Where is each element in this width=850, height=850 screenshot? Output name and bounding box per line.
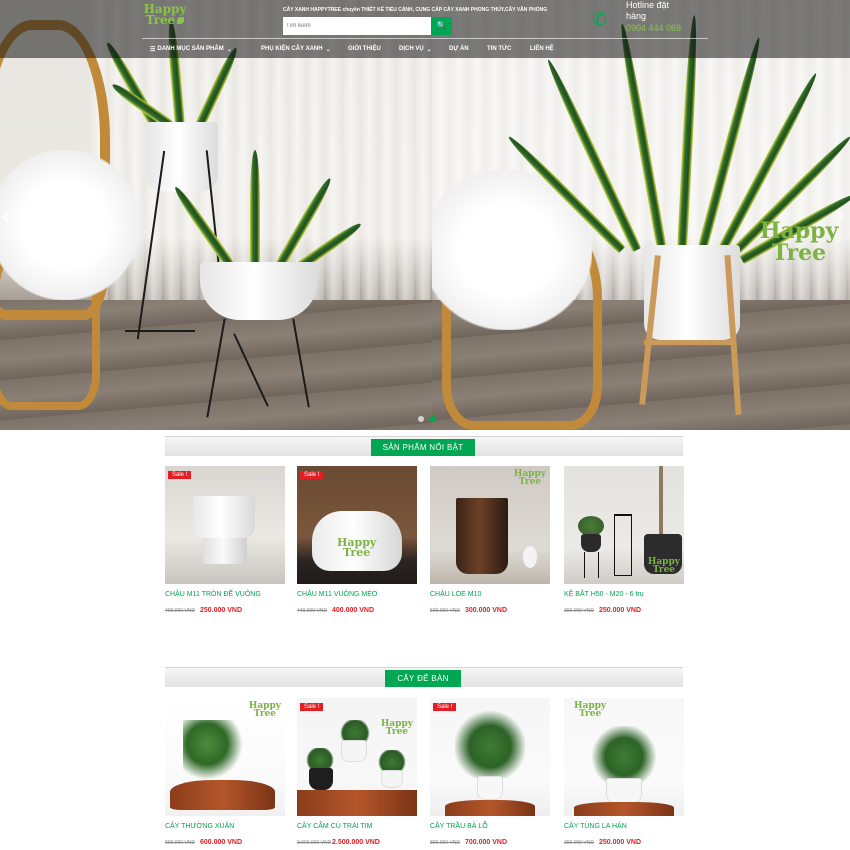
- watermark-logo: Happy Tree: [647, 557, 680, 575]
- chevron-down-icon: ⌄: [426, 46, 432, 53]
- nav-item-label: DỰ ÁN: [449, 46, 469, 52]
- product-price: 2.500.000 VND: [332, 839, 380, 846]
- product-name[interactable]: CHẬU LOE M10: [430, 591, 481, 598]
- product-name[interactable]: CÂY CẨM CÙ TRÁI TIM: [297, 823, 372, 830]
- section-title: CÂY ĐỂ BÀN: [385, 670, 461, 687]
- search-button[interactable]: 🔍: [431, 17, 452, 35]
- product-card[interactable]: Happy Tree Sale ! CHẬU M11 VUÔNG MÉO 440.…: [297, 466, 417, 626]
- nav-item-label: DANH MỤC SẢN PHẨM: [157, 46, 224, 52]
- site-tagline: CÂY XANH HAPPYTREE chuyên THIẾT KẾ TIỂU …: [283, 7, 548, 13]
- leaf-icon: [177, 17, 185, 24]
- product-card[interactable]: Happy Tree CHẬU LOE M10 500.000 VND 300.0…: [430, 466, 550, 626]
- nav-item-services[interactable]: DỊCH VỤ ⌄: [399, 46, 449, 53]
- sale-badge: Sale !: [433, 703, 457, 711]
- product-card[interactable]: Sale ! CÂY TRẦU BÀ LỖ 800.000 VND 700.00…: [430, 698, 550, 850]
- nav-item-label: TIN TỨC: [487, 46, 512, 52]
- nav-item-product-categories[interactable]: ☰ DANH MỤC SẢN PHẨM ⌄: [150, 46, 261, 53]
- product-name[interactable]: CÂY TRẦU BÀ LỖ: [430, 823, 488, 830]
- main-nav: ☰ DANH MỤC SẢN PHẨM ⌄ PHỤ KIỆN CÂY XANH …: [150, 43, 570, 55]
- product-price: 400.000 VND: [332, 607, 375, 614]
- product-old-price: 400.000 VND: [165, 608, 196, 614]
- sale-badge: Sale !: [300, 703, 324, 711]
- search-input[interactable]: [283, 17, 431, 35]
- product-price: 250.000 VND: [200, 607, 243, 614]
- product-image[interactable]: Happy Tree: [297, 466, 417, 584]
- hero-watermark-logo: Happy Tree: [759, 218, 839, 266]
- nav-item-label: GIỚI THIỆU: [348, 46, 381, 52]
- product-card[interactable]: Sale ! Happy Tree CÂY CẨM CÙ TRÁI TIM 3.0…: [297, 698, 417, 850]
- nav-item-label: LIÊN HỆ: [530, 46, 554, 52]
- product-card[interactable]: Happy Tree CÂY TÙNG LA HÁN 300.000 VND 25…: [564, 698, 684, 850]
- product-old-price: 3.000.000 VND: [297, 840, 332, 846]
- nav-item-contact[interactable]: LIÊN HỆ: [530, 46, 570, 52]
- product-old-price: 800.000 VND: [430, 840, 461, 846]
- slider-next-arrow[interactable]: ›: [836, 200, 845, 231]
- chevron-down-icon: ⌄: [226, 46, 232, 53]
- product-card[interactable]: Happy Tree CÂY THƯỜNG XUÂN 800.000 VND 60…: [165, 698, 285, 850]
- slider-dot[interactable]: [418, 416, 424, 422]
- product-price: 300.000 VND: [465, 607, 508, 614]
- hotline-number[interactable]: 0904 444 069: [626, 23, 681, 33]
- section-header-featured: SẢN PHẨM NỔI BẬT: [165, 436, 683, 456]
- header: Happy Tree CÂY XANH HAPPYTREE chuyên THI…: [0, 0, 850, 58]
- product-old-price: 300.000 VND: [564, 608, 595, 614]
- slider-prev-arrow[interactable]: ‹: [2, 200, 11, 231]
- watermark-logo: Happy Tree: [380, 719, 413, 737]
- site-logo[interactable]: Happy Tree: [142, 3, 188, 36]
- hotline-label: Hotline đặt hàng: [626, 0, 670, 21]
- product-price: 250.000 VND: [599, 607, 642, 614]
- product-card[interactable]: Sale ! CHẬU M11 TRÒN ĐẾ VUÔNG 400.000 VN…: [165, 466, 285, 626]
- product-name[interactable]: CHẬU M11 TRÒN ĐẾ VUÔNG: [165, 591, 261, 598]
- page: Happy Tree ‹ › Happy Tree CÂY XANH HAPPY…: [0, 0, 850, 850]
- watermark-logo: Happy Tree: [513, 469, 546, 487]
- product-old-price: 500.000 VND: [430, 608, 461, 614]
- phone-icon: ✆: [592, 9, 608, 29]
- menu-icon: ☰: [150, 46, 156, 53]
- product-old-price: 440.000 VND: [297, 608, 328, 614]
- product-old-price: 800.000 VND: [165, 840, 196, 846]
- search-form: 🔍: [283, 17, 453, 35]
- slider-dot-active[interactable]: [430, 416, 436, 422]
- hero-slide-image-left: [0, 0, 432, 430]
- product-name[interactable]: KỆ BẮT H50 - M20 - 6 trụ: [564, 591, 644, 598]
- search-icon: 🔍: [436, 21, 447, 30]
- section-header-desk-plants: CÂY ĐỂ BÀN: [165, 667, 683, 687]
- hero-slide-image-right: Happy Tree: [432, 0, 850, 430]
- watermark-logo: Happy Tree: [337, 536, 377, 559]
- chevron-down-icon: ⌄: [325, 46, 331, 53]
- product-image[interactable]: [297, 698, 417, 816]
- watermark-logo: Happy Tree: [248, 701, 281, 719]
- product-old-price: 300.000 VND: [564, 840, 595, 846]
- nav-item-label: PHỤ KIỆN CÂY XANH: [261, 46, 323, 52]
- product-price: 250.000 VND: [599, 839, 642, 846]
- nav-divider: [142, 38, 708, 39]
- product-image[interactable]: [165, 466, 285, 584]
- nav-item-projects[interactable]: DỰ ÁN: [449, 46, 487, 52]
- product-card[interactable]: Happy Tree KỆ BẮT H50 - M20 - 6 trụ 300.0…: [564, 466, 684, 626]
- watermark-logo: Happy Tree: [574, 701, 607, 719]
- nav-item-about[interactable]: GIỚI THIỆU: [348, 46, 399, 52]
- sale-badge: Sale !: [300, 471, 324, 479]
- nav-item-label: DỊCH VỤ: [399, 46, 424, 52]
- product-price: 600.000 VND: [200, 839, 243, 846]
- product-name[interactable]: CÂY TÙNG LA HÁN: [564, 823, 627, 830]
- sale-badge: Sale !: [168, 471, 192, 479]
- product-image[interactable]: [430, 698, 550, 816]
- product-price: 700.000 VND: [465, 839, 508, 846]
- hero-slider[interactable]: Happy Tree ‹ ›: [0, 0, 850, 430]
- section-title: SẢN PHẨM NỔI BẬT: [371, 439, 475, 456]
- nav-item-news[interactable]: TIN TỨC: [487, 46, 530, 52]
- nav-item-accessories[interactable]: PHỤ KIỆN CÂY XANH ⌄: [261, 46, 348, 53]
- product-name[interactable]: CHẬU M11 VUÔNG MÉO: [297, 591, 377, 598]
- product-name[interactable]: CÂY THƯỜNG XUÂN: [165, 823, 234, 830]
- slider-dots: [418, 416, 436, 422]
